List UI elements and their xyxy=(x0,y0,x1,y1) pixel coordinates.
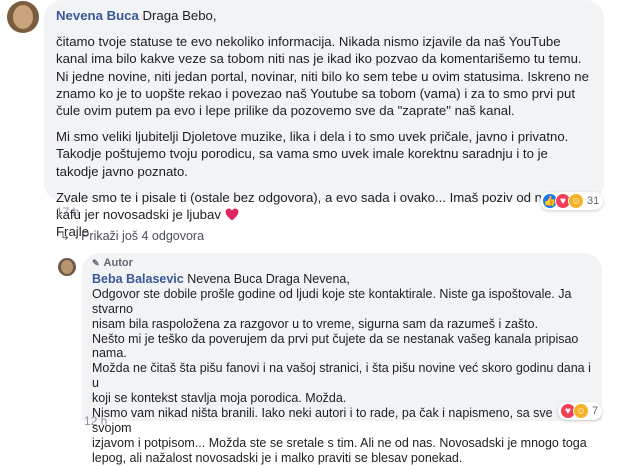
reply-reactions-summary[interactable]: ♥ ☺ 7 xyxy=(558,402,603,420)
comment-paragraph: čitamo tvoje statuse te evo nekoliko inf… xyxy=(56,34,589,119)
avatar[interactable] xyxy=(7,1,39,33)
reply-reaction-count: 7 xyxy=(592,405,599,417)
haha-icon: ☺ xyxy=(573,403,589,419)
reply-mention: Nevena Buca Draga Nevena, xyxy=(187,271,350,286)
heart-icon xyxy=(225,208,239,221)
reply-line: nisam bila raspoložena za razgovor u to … xyxy=(92,316,539,331)
reply-line: Možda ne čitaš šta pišu fanovi i na vašo… xyxy=(92,361,591,391)
reply-line: Odgovor ste dobile prošle godine od ljud… xyxy=(92,286,572,316)
author-badge-icon: ✎ xyxy=(92,258,100,268)
reply-timestamp[interactable]: 12 h xyxy=(84,414,107,428)
author-badge: ✎ Autor xyxy=(92,256,592,271)
comment-author[interactable]: Nevena Buca xyxy=(56,8,139,23)
reply-bubble: ✎ Autor Beba Balasevic Nevena Buca Draga… xyxy=(82,253,602,465)
reply-line: koji se kontekst stavlja moja porodica. … xyxy=(92,391,347,406)
reply-avatar[interactable] xyxy=(58,258,76,276)
author-badge-label: Autor xyxy=(103,257,133,269)
reply-author[interactable]: Beba Balasevic xyxy=(92,272,184,286)
comment-bubble: Nevena Buca Draga Bebo, čitamo tvoje sta… xyxy=(44,0,604,239)
comment-paragraph: Mi smo veliki ljubitelji Djoletove muzik… xyxy=(56,129,569,179)
reply-arrow-icon: ↳ xyxy=(60,229,71,243)
comment-header: Nevena Buca Draga Bebo, xyxy=(56,7,592,24)
reply-header: Beba Balasevic Nevena Buca Draga Nevena, xyxy=(92,272,592,287)
comment-timestamp[interactable]: 17 h xyxy=(56,205,79,219)
comment-greeting: Draga Bebo, xyxy=(142,8,217,23)
reply-line: Nešto mi je teško da poverujem da prvi p… xyxy=(92,331,579,361)
comment-paragraph-text: Zvale smo te i pisale ti (ostale bez odg… xyxy=(56,189,574,223)
haha-icon: ☺ xyxy=(568,193,584,209)
more-replies-link[interactable]: ↳ Prikaži još 4 odgovora xyxy=(60,229,204,243)
reaction-count: 31 xyxy=(587,195,600,207)
more-replies-label: Prikaži još 4 odgovora xyxy=(81,229,205,243)
reply-line: lepog, ali nažalost novosadski je i malk… xyxy=(92,450,463,465)
reply-line: izjavom i potpisom... Možda ste se sreta… xyxy=(92,435,587,450)
comment-paragraph: Zvale smo te i pisale ti (ostale bez odg… xyxy=(56,189,592,223)
reactions-summary[interactable]: 👍 ♥ ☺ 31 xyxy=(540,192,604,210)
